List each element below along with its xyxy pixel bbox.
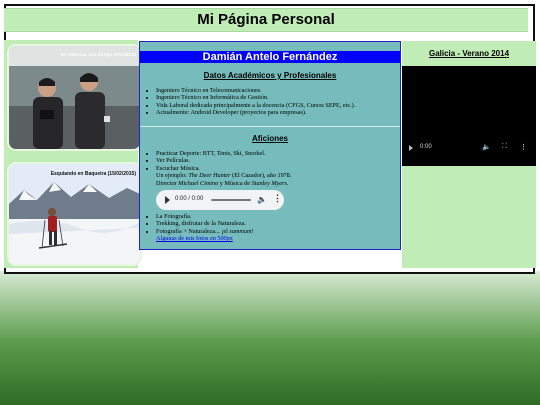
example-film: The Deer Hunter: [188, 172, 231, 180]
video-time: 0:00: [420, 144, 432, 150]
video-title: Galicia - Verano 2014: [428, 49, 510, 58]
photo-valencia-image: [9, 46, 140, 149]
example-prefix: Un ejemplo:: [156, 172, 189, 180]
academic-list: Ingeniero Técnico en Telecomunicaciones.…: [140, 87, 355, 117]
director-prefix: Director: [156, 179, 179, 187]
hobbies-list-continued: La Fotografía. Trekking, disfrutar de la…: [140, 213, 254, 243]
audio-time: 0:00 / 0:00: [175, 196, 204, 202]
academic-section-title: Datos Académicos y Profesionales: [203, 71, 337, 80]
photo-valencia: En Valencia, con mi hijo 07/12/2014: [7, 44, 142, 151]
photo-valencia-caption: En Valencia, con mi hijo 07/12/2014: [60, 52, 136, 57]
more-options-icon[interactable]: ⋮: [273, 193, 282, 204]
composer-name: Stanley Myers: [251, 179, 287, 187]
list-item: Ingeniero Técnico en Informática de Gest…: [156, 94, 355, 101]
page-title: Mi Página Personal: [4, 8, 528, 32]
photo-baqueira-image: [9, 164, 140, 264]
profile-panel: Damián Antelo Fernández Datos Académicos…: [139, 41, 401, 250]
play-icon[interactable]: [409, 145, 413, 151]
list-item: La Fotografía.: [156, 213, 254, 220]
profile-name: Damián Antelo Fernández: [140, 51, 400, 63]
volume-icon[interactable]: 🔈: [257, 195, 267, 204]
photo-baqueira-caption: Esquiando en Baqueira (15/02/2015): [50, 171, 136, 177]
composer-suffix: .: [286, 179, 289, 187]
example-suffix: (El Cazador), año 1978.: [230, 172, 292, 180]
play-icon[interactable]: [165, 196, 170, 204]
right-video-column: Galicia - Verano 2014 0:00 🔈 ⛶ ⋮: [402, 41, 536, 268]
section-divider: [140, 126, 400, 127]
music-label: Escuchar Música.: [156, 164, 200, 172]
photo-nature-suffix: !: [251, 227, 254, 235]
list-item: Practicar Deporte: BTT, Tenis, Ski, Snor…: [156, 150, 291, 157]
volume-icon[interactable]: 🔈: [482, 143, 491, 151]
list-item: Actualmente: Android Developer (proyecto…: [156, 109, 355, 116]
hobbies-section-title: Aficiones: [251, 134, 288, 143]
director-name: Michael Cimino: [178, 179, 219, 187]
audio-progress-track[interactable]: [211, 199, 251, 201]
photo-nature-prefix: Fotografía + Naturaleza... ¡el: [156, 227, 230, 235]
500px-link[interactable]: Algunas de mis fotos en 500px: [156, 235, 233, 242]
list-item: Trekking, disfrutar de la Naturaleza.: [156, 220, 254, 227]
director-mid: y Música de: [218, 179, 252, 187]
list-item: Escuchar Música. Un ejemplo: The Deer Hu…: [156, 165, 291, 187]
list-item: Fotografía + Naturaleza... ¡el summum! A…: [156, 228, 254, 243]
list-item: Ver Películas.: [156, 157, 291, 164]
hobbies-list: Practicar Deporte: BTT, Tenis, Ski, Snor…: [140, 150, 291, 187]
fullscreen-icon[interactable]: ⛶: [502, 143, 507, 151]
list-item: Vida Laboral dedicada principalmente a l…: [156, 102, 355, 109]
audio-player[interactable]: 0:00 / 0:00 🔈 ⋮: [156, 190, 284, 210]
list-item: Ingeniero Técnico en Telecomunicaciones.: [156, 87, 355, 94]
video-player[interactable]: 0:00 🔈 ⛶ ⋮: [402, 66, 536, 166]
more-options-icon[interactable]: ⋮: [520, 143, 527, 151]
photo-nature-emphasis: summum: [229, 227, 252, 235]
left-photo-column: En Valencia, con mi hijo 07/12/2014 Esqu…: [4, 40, 142, 268]
photo-baqueira: Esquiando en Baqueira (15/02/2015): [7, 162, 142, 266]
